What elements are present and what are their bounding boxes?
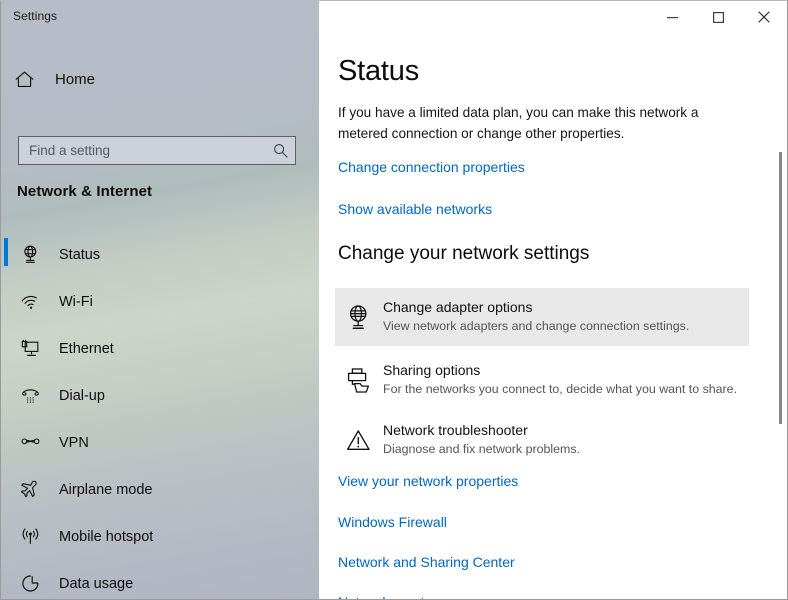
option-title: Network troubleshooter (383, 422, 528, 439)
link-network-and-sharing-center[interactable]: Network and Sharing Center (338, 554, 515, 570)
network-status-icon (18, 245, 42, 264)
sidebar: Home Network & Internet (1, 33, 319, 599)
dialup-icon (18, 386, 42, 405)
sidebar-item-dialup[interactable]: Dial-up (1, 372, 301, 419)
sidebar-item-wifi-label: Wi-Fi (59, 293, 93, 310)
option-network-troubleshooter[interactable]: Network troubleshooter Diagnose and fix … (335, 411, 749, 469)
sidebar-item-airplane-mode[interactable]: Airplane mode (1, 466, 301, 513)
link-show-available-networks[interactable]: Show available networks (338, 201, 492, 217)
close-button[interactable] (741, 1, 787, 33)
page-description: If you have a limited data plan, you can… (338, 105, 699, 141)
warning-triangle-icon (341, 427, 375, 454)
close-icon (758, 11, 770, 23)
title-bar: Settings (1, 1, 787, 33)
main-content: Status If you have a limited data plan, … (319, 33, 787, 599)
wifi-icon (18, 292, 42, 311)
maximize-button[interactable] (695, 1, 741, 33)
sidebar-item-mobile-hotspot-label: Mobile hotspot (59, 528, 154, 545)
search-input[interactable] (19, 143, 265, 158)
sidebar-item-data-usage-label: Data usage (59, 575, 134, 592)
search-box[interactable] (18, 136, 296, 165)
sidebar-item-status[interactable]: Status (1, 231, 301, 278)
data-usage-icon (18, 574, 42, 593)
link-change-connection-properties[interactable]: Change connection properties (338, 159, 525, 175)
sidebar-category-title: Network & Internet (17, 183, 153, 200)
option-subtitle: Diagnose and fix network problems. (383, 442, 580, 457)
maximize-icon (712, 11, 724, 23)
sidebar-item-mobile-hotspot[interactable]: Mobile hotspot (1, 513, 301, 560)
sidebar-item-airplane-mode-label: Airplane mode (59, 481, 153, 498)
scrollbar-thumb[interactable] (779, 152, 782, 424)
link-view-network-properties[interactable]: View your network properties (338, 473, 518, 489)
settings-window: Settings Home Find a setting Network & I… (0, 0, 788, 600)
sidebar-item-vpn[interactable]: VPN (1, 419, 301, 466)
ethernet-icon (18, 339, 42, 358)
sidebar-item-status-label: Status (59, 246, 101, 263)
hotspot-icon (18, 527, 42, 546)
sidebar-item-home-label: Home (55, 70, 96, 88)
content-scrollbar[interactable] (773, 33, 787, 599)
option-title: Change adapter options (383, 299, 533, 316)
airplane-icon (18, 480, 42, 499)
sidebar-nav-list: Status Wi-Fi Ethernet Dial-up VPN Airpla… (1, 231, 319, 599)
option-subtitle: For the networks you connect to, decide … (383, 382, 738, 397)
option-change-adapter-options[interactable]: Change adapter options View network adap… (335, 288, 749, 346)
sidebar-item-ethernet[interactable]: Ethernet (1, 325, 301, 372)
sharing-icon (341, 367, 375, 394)
link-network-reset[interactable]: Network reset (338, 594, 424, 599)
sidebar-item-wifi[interactable]: Wi-Fi (1, 278, 301, 325)
link-windows-firewall[interactable]: Windows Firewall (338, 514, 447, 530)
search-icon (265, 143, 295, 158)
home-icon (15, 71, 41, 88)
sidebar-item-home[interactable]: Home (1, 59, 301, 99)
option-title: Sharing options (383, 362, 481, 379)
app-title: Settings (13, 9, 58, 23)
page-title: Status (338, 55, 420, 87)
minimize-icon (666, 16, 678, 18)
sidebar-item-ethernet-label: Ethernet (59, 340, 114, 357)
option-sharing-options[interactable]: Sharing options For the networks you con… (335, 351, 749, 409)
adapter-globe-icon (341, 304, 375, 331)
minimize-button[interactable] (649, 1, 695, 33)
sidebar-item-data-usage[interactable]: Data usage (1, 560, 301, 599)
section-heading-change-network-settings: Change your network settings (338, 243, 590, 264)
sidebar-item-vpn-label: VPN (59, 434, 89, 451)
sidebar-item-dialup-label: Dial-up (59, 387, 105, 404)
option-subtitle: View network adapters and change connect… (383, 319, 690, 334)
vpn-icon (18, 433, 42, 452)
